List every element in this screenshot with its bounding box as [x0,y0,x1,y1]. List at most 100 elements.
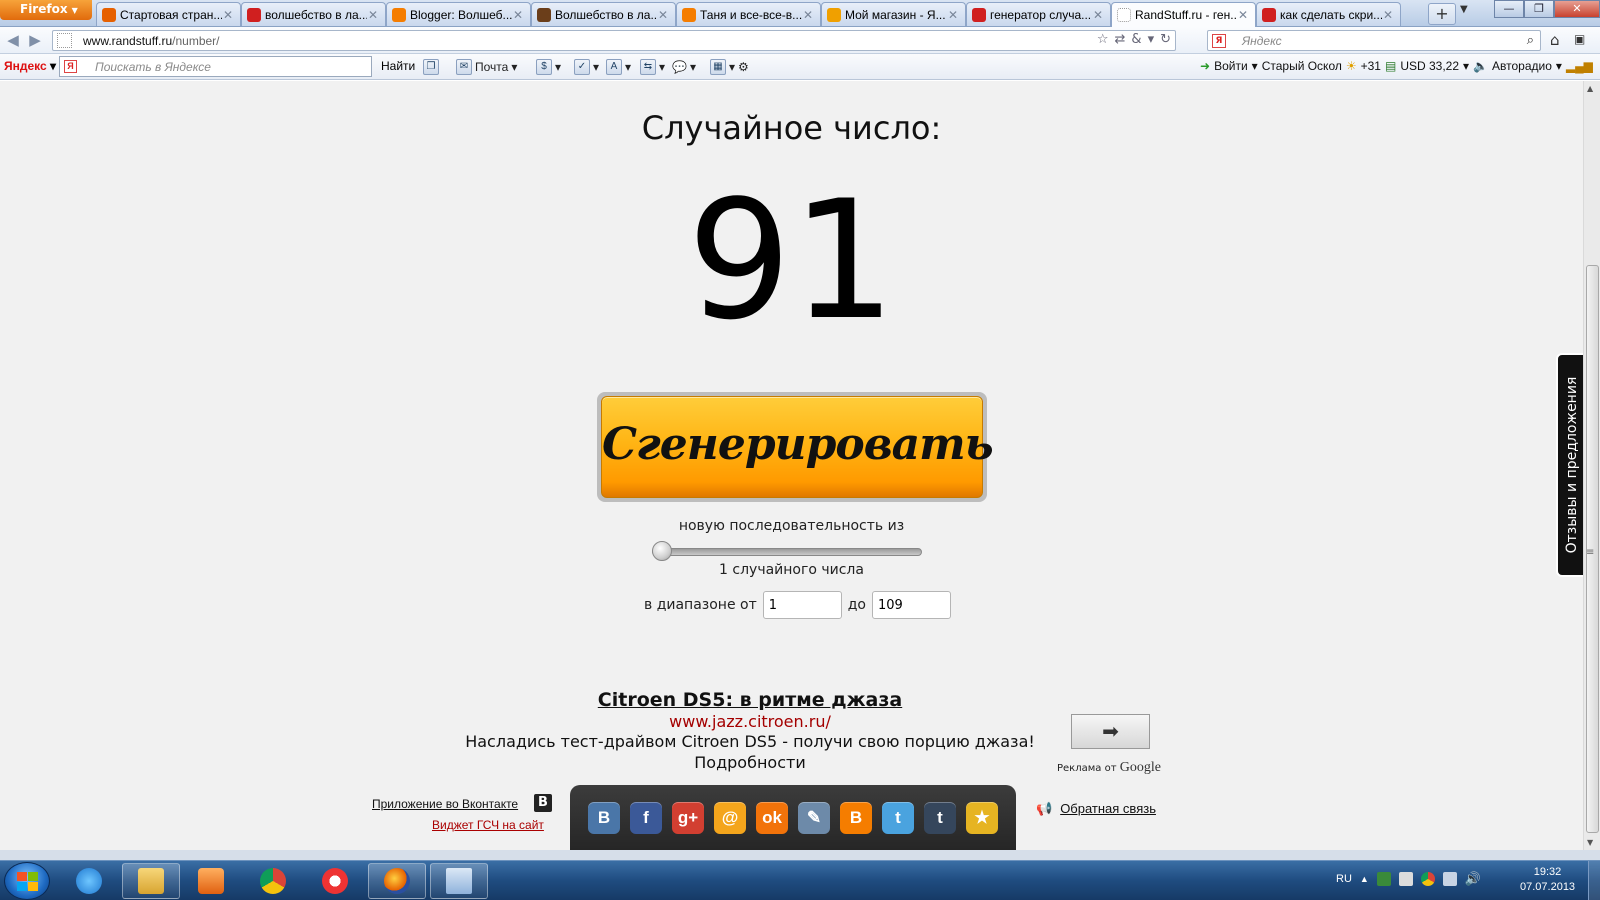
bookmark-star-icon[interactable]: ☆ [1097,32,1109,47]
start-button[interactable] [4,862,50,900]
ad-title-link[interactable]: Citroen DS5: в ритме джаза [460,689,1040,711]
action-center-flag-icon[interactable] [1398,872,1413,886]
chevron-down-icon[interactable]: ▾ [1463,59,1469,73]
mail-button[interactable]: ✉ Почта ▾ [456,58,517,76]
currency-value[interactable]: USD 33,22 [1400,59,1459,73]
ad-next-button[interactable]: ➡ [1071,714,1150,749]
site-identity-icon[interactable] [57,33,72,48]
close-tab-icon[interactable]: ✕ [367,8,379,22]
language-indicator[interactable]: RU [1336,873,1352,885]
bookmarks-icon[interactable]: ❐ [423,59,439,75]
tab-8[interactable]: как сделать скри... ✕ [1256,2,1401,26]
ad-url-link[interactable]: www.jazz.citroen.ru/ [460,712,1040,731]
count-slider-track[interactable] [652,548,922,556]
show-desktop-button[interactable] [1588,861,1600,900]
widget-link[interactable]: Виджет ГСЧ на сайт [432,818,544,832]
range-from-input[interactable] [762,591,842,619]
new-tab-button[interactable]: + [1428,3,1456,25]
scroll-up-icon[interactable]: ▲ [1587,84,1593,93]
ampersand-icon[interactable]: & [1131,32,1141,47]
yandex-menu-button[interactable]: Яндекс ▾ [4,59,56,73]
internet-explorer-taskbar-button[interactable] [60,863,118,899]
tab-1[interactable]: волшебство в ла... ✕ [241,2,386,26]
close-tab-icon[interactable]: ✕ [222,8,234,22]
window-taskbar-button[interactable] [430,863,488,899]
vk-app-link[interactable]: Приложение во Вконтакте [372,797,518,811]
spellcheck-icon[interactable]: ✓ [574,59,590,75]
range-to-input[interactable] [872,591,951,619]
chrome-taskbar-button[interactable] [244,863,302,899]
yandex-search-input[interactable]: Я Поискать в Яндексе [59,56,372,77]
chevron-down-icon[interactable]: ▾ [1556,59,1562,73]
extensions-icon[interactable]: ▣ [1574,32,1585,46]
bookmarks-panel-icon[interactable]: ▦ [710,59,726,75]
odnoklassniki-icon[interactable]: ok [756,801,788,834]
tray-expand-icon[interactable]: ▲ [1360,874,1369,884]
chat-bubble-icon[interactable]: 💬 [672,60,687,74]
list-all-tabs-icon[interactable]: ▼ [1460,4,1468,15]
yandex-browser-taskbar-button[interactable] [306,863,364,899]
dropdown-arrow-icon[interactable]: ▾ [1148,32,1155,47]
vertical-scrollbar[interactable]: ▲ ≡ ▼ [1583,81,1600,850]
yandex-find-button[interactable]: Найти [381,59,415,73]
close-tab-icon[interactable]: ✕ [802,8,814,22]
back-arrow-icon[interactable]: ◀ [4,31,22,49]
blogger-icon[interactable]: B [840,801,872,834]
generate-button[interactable]: Сгенерировать [601,396,994,498]
ad-more-link[interactable]: Подробности [460,753,1040,773]
url-text[interactable]: www.randstuff.ru/number/ [83,34,220,48]
chevron-down-icon[interactable]: ▾ [1252,59,1258,73]
close-tab-icon[interactable]: ✕ [947,8,959,22]
maximize-icon[interactable]: ❐ [1524,0,1554,18]
close-tab-icon[interactable]: ✕ [512,8,524,22]
dictionary-icon[interactable]: A [606,59,622,75]
count-slider-handle[interactable] [652,541,672,561]
tab-2[interactable]: Blogger: Волшеб... ✕ [386,2,531,26]
reload-icon[interactable]: ↻ [1160,32,1171,47]
close-tab-icon[interactable]: ✕ [1092,8,1104,22]
network-icon[interactable] [1442,872,1457,886]
tumblr-icon[interactable]: t [924,801,956,834]
volume-icon[interactable]: 🔊 [1465,871,1481,887]
vk-logo-icon[interactable]: B [534,794,552,812]
google-plus-icon[interactable]: g+ [672,801,704,834]
search-icon[interactable]: ⌕ [1527,33,1534,48]
chrome-tray-icon[interactable] [1420,872,1435,886]
chevron-down-icon[interactable]: ▾ [729,60,735,74]
browser-search-box[interactable]: Я Яндекс ⌕ [1207,30,1541,51]
favorites-star-icon[interactable]: ★ [966,801,998,834]
city-label[interactable]: Старый Оскол [1262,59,1342,73]
feedback-link[interactable]: Обратная связь [1060,801,1156,816]
tab-4[interactable]: Таня и все-все-в... ✕ [676,2,821,26]
tab-7[interactable]: RandStuff.ru - ген... ✕ [1111,2,1256,27]
translate-icon[interactable]: ⇄ [1115,32,1126,47]
scroll-down-icon[interactable]: ▼ [1587,838,1593,847]
twitter-icon[interactable]: t [882,801,914,834]
chevron-down-icon[interactable]: ▾ [690,60,696,74]
mail-ru-icon[interactable]: @ [714,801,746,834]
feedback-side-tab[interactable]: Отзывы и предложения [1556,353,1583,577]
tab-3[interactable]: Волшебство в ла... ✕ [531,2,676,26]
livejournal-icon[interactable]: ✎ [798,801,830,834]
login-button[interactable]: Войти [1214,59,1248,73]
minimize-icon[interactable]: — [1494,0,1524,18]
settings-gear-icon[interactable]: ⚙ [738,60,749,74]
media-player-taskbar-button[interactable] [182,863,240,899]
close-tab-icon[interactable]: ✕ [1237,8,1249,22]
facebook-icon[interactable]: f [630,801,662,834]
forward-arrow-icon[interactable]: ▶ [26,31,44,49]
tab-0[interactable]: Стартовая стран... ✕ [96,2,241,26]
weather-value[interactable]: +31 [1361,59,1381,73]
explorer-taskbar-button[interactable] [122,863,180,899]
firefox-taskbar-button[interactable] [368,863,426,899]
translate-page-icon[interactable]: ⇆ [640,59,656,75]
close-window-icon[interactable]: ✕ [1554,0,1600,18]
clock[interactable]: 19:32 07.07.2013 [1520,865,1575,895]
ad-attribution[interactable]: Реклама от Google [1057,760,1161,776]
close-tab-icon[interactable]: ✕ [1382,8,1394,22]
chevron-down-icon[interactable]: ▾ [659,60,665,74]
close-tab-icon[interactable]: ✕ [657,8,669,22]
firefox-menu-button[interactable]: Firefox ▼ [0,0,92,20]
chevron-down-icon[interactable]: ▾ [625,60,631,74]
radio-label[interactable]: Авторадио [1492,59,1552,73]
